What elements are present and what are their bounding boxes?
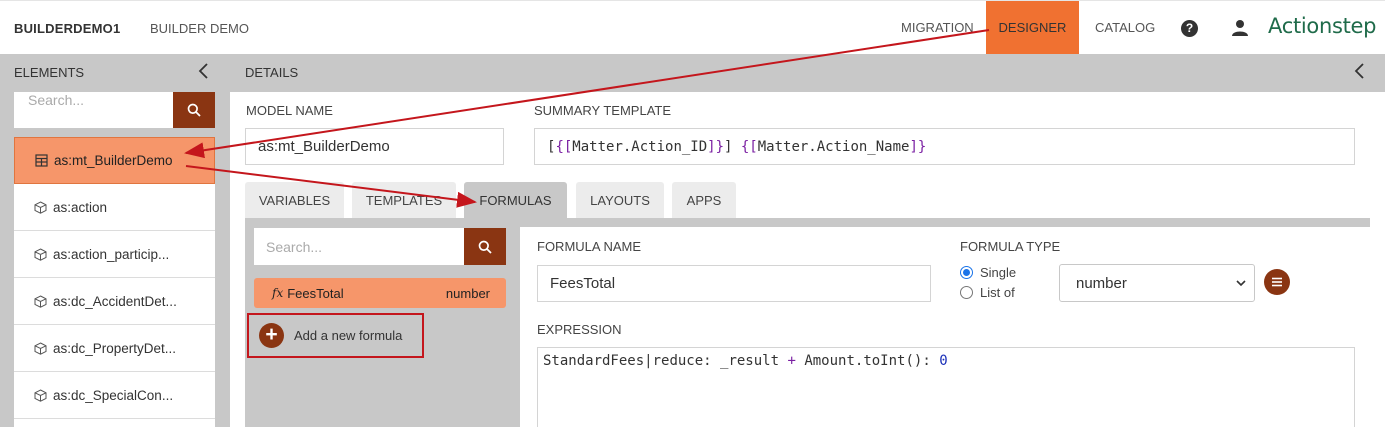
summary-text: [ <box>547 138 556 155</box>
element-item-label: as:mt_BuilderDemo <box>54 153 173 168</box>
top-bar: BUILDERDEMO1 BUILDER DEMO MIGRATION DESI… <box>0 0 1385 55</box>
formulas-search-input[interactable]: Search... <box>254 228 464 265</box>
element-item-label: as:action_particip... <box>53 246 170 262</box>
tab-templates[interactable]: TEMPLATES <box>352 182 456 218</box>
details-title: DETAILS <box>245 65 299 80</box>
expression-token: reduce: _result <box>652 353 788 369</box>
tab-variables[interactable]: VARIABLES <box>245 182 344 218</box>
cube-icon <box>34 341 47 355</box>
element-item-label: as:dc_PropertyDet... <box>53 340 177 356</box>
chevron-left-icon[interactable] <box>197 62 211 80</box>
menu-button[interactable] <box>1264 269 1290 295</box>
tab-formulas[interactable]: FORMULAS <box>464 182 567 218</box>
formula-item-type: number <box>445 285 490 301</box>
element-item-accident-details[interactable]: as:dc_AccidentDet... <box>14 278 215 325</box>
cube-icon <box>34 388 47 402</box>
help-icon[interactable]: ? <box>1181 20 1198 37</box>
tenant-name: BUILDERDEMO1 <box>14 21 121 36</box>
summary-text: ] <box>724 138 741 155</box>
actionstep-logo[interactable]: Actionstep <box>1268 14 1377 38</box>
summary-template-input[interactable]: [{[Matter.Action_ID]}] {[Matter.Action_N… <box>534 128 1355 165</box>
elements-list: as:mt_BuilderDemo as:action as:action_pa… <box>14 137 215 427</box>
formulas-search-button[interactable] <box>464 228 506 265</box>
tab-layouts[interactable]: LAYOUTS <box>576 182 664 218</box>
model-name-label: MODEL NAME <box>246 103 333 118</box>
summary-brace: {[ <box>740 138 758 155</box>
element-item-label: as:action <box>53 199 108 215</box>
expression-token: Amount.toInt(): <box>795 353 940 369</box>
radio-list-of-label: List of <box>980 285 1015 300</box>
expression-token: | <box>644 353 653 369</box>
summary-brace: ]} <box>909 138 927 155</box>
elements-search-button[interactable] <box>173 92 215 128</box>
model-name-input[interactable]: as:mt_BuilderDemo <box>245 128 504 165</box>
formula-type-label: FORMULA TYPE <box>960 239 1061 254</box>
plus-icon: + <box>259 323 284 348</box>
formula-type-value: number <box>1076 274 1127 292</box>
cube-icon <box>34 247 47 261</box>
formula-type-select[interactable]: number <box>1059 264 1255 302</box>
element-item-property-details[interactable]: as:dc_PropertyDet... <box>14 325 215 372</box>
element-item-action[interactable]: as:action <box>14 184 215 231</box>
user-icon[interactable] <box>1231 19 1249 37</box>
expression-number: 0 <box>939 353 948 369</box>
formula-name-input[interactable]: FeesTotal <box>537 265 931 302</box>
summary-text: Matter.Action_ID <box>572 138 708 155</box>
summary-text: Matter.Action_Name <box>757 138 910 155</box>
chevron-down-icon <box>1236 280 1246 287</box>
chevron-left-icon[interactable] <box>1353 62 1367 80</box>
formula-item-name: FeesTotal <box>287 285 344 301</box>
summary-brace: {[ <box>555 138 573 155</box>
tab-apps[interactable]: APPS <box>672 182 736 218</box>
elements-title: ELEMENTS <box>14 65 85 80</box>
cube-icon <box>34 200 47 214</box>
radio-list-of[interactable] <box>960 286 973 299</box>
nav-catalog[interactable]: CATALOG <box>1081 1 1169 55</box>
element-item-label: as:dc_AccidentDet... <box>53 293 177 309</box>
expression-token: StandardFees <box>543 353 645 369</box>
tenant-subtitle: BUILDER DEMO <box>150 21 249 36</box>
formula-name-label: FORMULA NAME <box>537 239 642 254</box>
nav-designer[interactable]: DESIGNER <box>986 1 1079 55</box>
search-icon <box>478 240 492 254</box>
elements-search-input[interactable]: Search... <box>14 92 173 128</box>
tab-underline <box>245 218 1370 227</box>
expression-operator: + <box>787 353 796 369</box>
element-item-special-conditions[interactable]: as:dc_SpecialCon... <box>14 372 215 419</box>
expression-label: EXPRESSION <box>537 322 622 337</box>
table-icon <box>35 154 48 167</box>
add-formula-label: Add a new formula <box>294 328 403 343</box>
radio-single-label: Single <box>980 265 1017 280</box>
cube-icon <box>34 294 47 308</box>
function-icon: fx <box>272 286 284 300</box>
expression-editor[interactable]: StandardFees|reduce: _result + Amount.to… <box>537 347 1355 427</box>
summary-template-label: SUMMARY TEMPLATE <box>534 103 672 118</box>
element-item-action-participant[interactable]: as:action_particip... <box>14 231 215 278</box>
radio-single[interactable] <box>960 266 973 279</box>
element-item-label: as:dc_SpecialCon... <box>53 387 174 403</box>
nav-migration[interactable]: MIGRATION <box>887 1 988 55</box>
summary-brace: ]} <box>707 138 725 155</box>
list-icon <box>1272 277 1282 287</box>
element-item-builderdemo[interactable]: as:mt_BuilderDemo <box>14 137 215 184</box>
search-icon <box>187 103 201 117</box>
formula-item-feestotal[interactable]: fx FeesTotal number <box>254 278 506 308</box>
add-formula-button[interactable]: + Add a new formula <box>247 313 424 358</box>
